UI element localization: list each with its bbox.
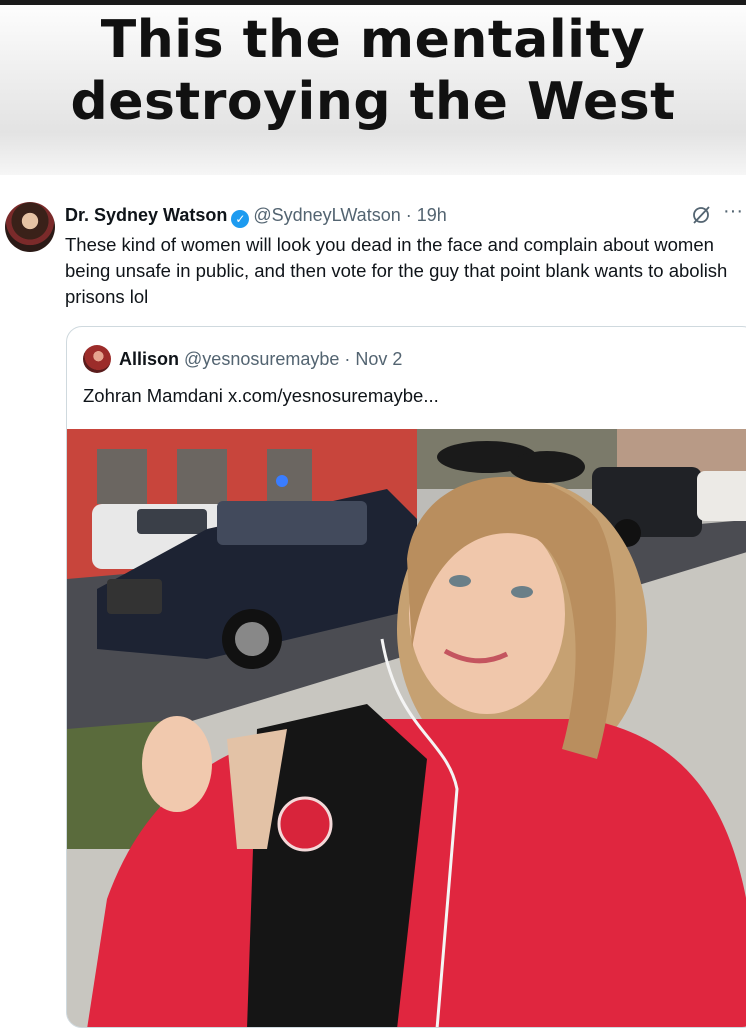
quoted-post-header: Allison @yesnosuremaybe · Nov 2 bbox=[119, 347, 402, 371]
tweet-text: These kind of women will look you dead i… bbox=[65, 234, 728, 307]
meme-caption: This the mentality destroying the West bbox=[0, 9, 746, 133]
quoted-post-link[interactable]: x.com/yesnosuremaybe... bbox=[228, 385, 439, 406]
meme-caption-band: This the mentality destroying the West bbox=[0, 5, 746, 175]
quoted-author-handle[interactable]: @yesnosuremaybe bbox=[184, 349, 339, 369]
quoted-header-separator: · bbox=[344, 349, 351, 369]
author-handle[interactable]: @SydneyLWatson bbox=[253, 205, 400, 225]
author-avatar[interactable] bbox=[5, 202, 55, 252]
caption-line-1: This the mentality bbox=[100, 10, 646, 70]
caption-line-2: destroying the West bbox=[70, 72, 676, 132]
selfie-photo bbox=[67, 429, 746, 1027]
tweet-header: Dr. Sydney Watson ✓ @SydneyLWatson · 19h bbox=[65, 203, 447, 228]
more-icon[interactable]: ··· bbox=[723, 200, 743, 222]
quoted-post-body: Zohran Mamdani bbox=[83, 385, 223, 406]
tweet-time[interactable]: 19h bbox=[417, 205, 447, 225]
verified-icon: ✓ bbox=[231, 210, 250, 228]
quoted-post-text: Zohran Mamdani x.com/yesnosuremaybe... bbox=[83, 383, 439, 409]
quoted-post-image[interactable] bbox=[67, 429, 746, 1027]
quoted-author-name[interactable]: Allison bbox=[119, 349, 179, 369]
quoted-post-date[interactable]: Nov 2 bbox=[355, 349, 402, 369]
grok-icon[interactable] bbox=[690, 204, 712, 226]
author-name[interactable]: Dr. Sydney Watson bbox=[65, 205, 227, 225]
quoted-post[interactable]: Allison @yesnosuremaybe · Nov 2 Zohran M… bbox=[66, 326, 746, 1028]
quoted-author-avatar[interactable] bbox=[83, 345, 111, 373]
header-separator: · bbox=[405, 205, 412, 225]
